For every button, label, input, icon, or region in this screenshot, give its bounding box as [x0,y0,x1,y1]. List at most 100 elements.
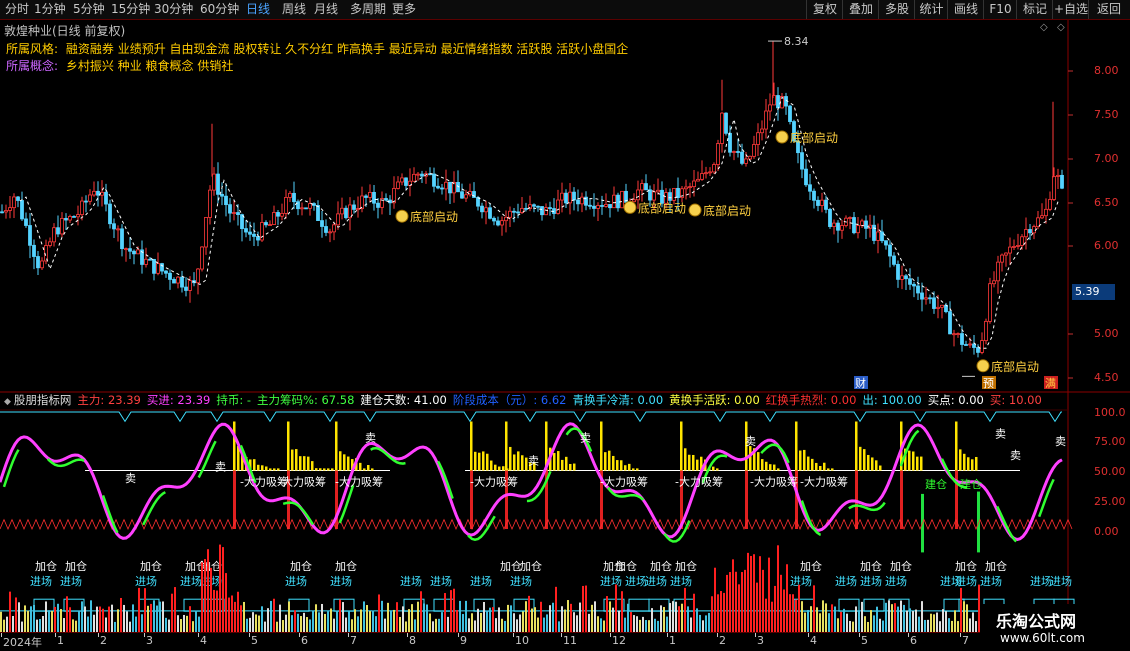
indicator-value-11: 买: 10.00 [989,393,1042,407]
absorb-label-5: -大力吸筹 [675,475,723,489]
absorb-label-3: -大力吸筹 [470,475,518,489]
period-tab-9[interactable]: 多周期 [350,1,386,18]
money-bag-icon [395,209,409,223]
date-tick-3: 3 [146,634,153,647]
price-axis-label-5: 5.00 [1094,327,1119,340]
add-label-6: 加仓 [335,559,357,573]
signal-label-3: 底部启动 [790,130,838,145]
toolbar-button-6[interactable]: 标记 [1016,0,1053,19]
build-bar-2 [977,491,980,553]
moving-average-line [19,96,1059,349]
add-label-12: 加仓 [675,559,697,573]
date-axis: 2024年 1 2 3 4 5 6 7 8 9 10 11 12 1 2 3 4 5 6 7 [0,632,1130,651]
sell-label-2: 卖 [365,431,376,444]
indicator-axis-label-0: 100.0 [1094,406,1126,419]
period-tab-10[interactable]: 更多 [392,1,416,18]
date-tick-7: 7 [350,634,357,647]
date-tick-14: 2 [719,634,726,647]
absorb-label-6: -大力吸筹 [750,475,798,489]
toolbar-button-2[interactable]: 多股 [878,0,915,19]
price-axis-label-3: 6.50 [1094,196,1119,209]
add-label-8: 加仓 [520,559,542,573]
enter-label: 进场 [30,574,52,588]
money-bag-icon [623,200,637,214]
price-axis-label-2: 7.00 [1094,152,1119,165]
add-label-17: 加仓 [985,559,1007,573]
date-tick-19: 7 [962,634,969,647]
enter-label: 进场 [60,574,82,588]
money-bag-icon [688,203,702,217]
absorb-label-4: -大力吸筹 [600,475,648,489]
enter-label: 进场 [955,574,977,588]
price-axis-label-6: 4.50 [1094,371,1119,384]
indicator-value-9: 出: 100.00 [862,393,922,407]
period-tab-1[interactable]: 1分钟 [34,1,66,18]
indicator-name[interactable]: 股朋指标网 [14,393,72,407]
enter-label: 进场 [790,574,812,588]
toolbar-button-0[interactable]: 复权 [806,0,843,19]
sell-label-7: 卖 [1010,449,1021,462]
enter-label: 进场 [1050,574,1072,588]
toolbar-button-8[interactable]: 返回 [1088,0,1129,19]
build-label-0: 建仓 [925,477,947,491]
date-tick-17: 5 [861,634,868,647]
indicator-value-8: 红换手热烈: 0.00 [765,393,857,407]
date-tick-4: 4 [200,634,207,647]
marker-label-2: 满 [1045,377,1056,390]
period-tab-6[interactable]: 日线 [246,1,270,18]
marker-label-1: 预 [983,377,994,390]
toolbar-button-3[interactable]: 统计 [914,0,948,19]
period-tab-4[interactable]: 30分钟 [154,1,193,18]
toolbar-button-7[interactable]: +自选 [1052,0,1089,19]
style-label: 所属风格: [6,42,59,56]
add-label-14: 加仓 [860,559,882,573]
style-values: 融资融券 业绩预升 自由现金流 股权转让 久不分红 昨高换手 最近异动 最近情绪… [65,42,629,56]
next-icon[interactable]: ◇ [1057,22,1065,33]
date-tick-2: 2 [100,634,107,647]
enter-label: 进场 [600,574,622,588]
volume-bars [0,544,980,632]
enter-label: 进场 [670,574,692,588]
add-label-2: 加仓 [140,559,162,573]
sell-label-5: 卖 [745,435,756,448]
indicator-header: ◆ 股朋指标网 主力: 23.39 买进: 23.39 持币: - 主力筹码%: 67.5… [0,392,1070,408]
indicator-axis-label-2: 50.00 [1094,465,1126,478]
current-price-badge: 5.39 [1072,284,1115,300]
concept-label: 所属概念: [6,59,59,73]
date-tick-13: 1 [669,634,676,647]
build-label-1: 建仓 [960,477,982,491]
period-tab-3[interactable]: 15分钟 [111,1,150,18]
date-tick-10: 10 [515,634,529,647]
concept-line: 所属概念: 乡村振兴 种业 粮食概念 供销社 [6,57,233,74]
money-bag-icon [976,359,990,373]
date-tick-6: 6 [301,634,308,647]
indicator-value-0: 主力: 23.39 [77,393,141,407]
toolbar-button-4[interactable]: 画线 [947,0,984,19]
enter-label: 进场 [645,574,667,588]
period-tab-8[interactable]: 月线 [314,1,338,18]
toolbar-button-5[interactable]: F10 [983,0,1017,19]
toolbar-button-1[interactable]: 叠加 [842,0,879,19]
period-tab-5[interactable]: 60分钟 [200,1,239,18]
watermark-url: www.60lt.com [1000,631,1085,645]
indicator-value-3: 主力筹码%: 67.58 [257,393,355,407]
date-tick-5: 5 [251,634,258,647]
date-tick-11: 11 [563,634,577,647]
indicator-value-2: 持币: - [216,393,252,407]
sell-label-3: 卖 [528,455,539,468]
indicator-axis-label-1: 75.00 [1094,435,1126,448]
signal-label-2: 底部启动 [703,203,751,218]
period-tab-7[interactable]: 周线 [282,1,306,18]
indicator-menu-icon[interactable]: ◆ [4,397,11,407]
sell-label-8: 卖 [1055,435,1066,448]
period-tab-0[interactable]: 分时 [5,1,29,18]
add-label-15: 加仓 [890,559,912,573]
enter-label: 进场 [180,574,202,588]
date-tick-16: 4 [810,634,817,647]
add-label-0: 加仓 [35,559,57,573]
concept-values: 乡村振兴 种业 粮食概念 供销社 [65,59,234,73]
period-tab-2[interactable]: 5分钟 [73,1,105,18]
absorb-label-2: -大力吸筹 [335,475,383,489]
collapse-icon[interactable]: ◇ [1040,22,1048,33]
money-bag-icon [775,130,789,144]
